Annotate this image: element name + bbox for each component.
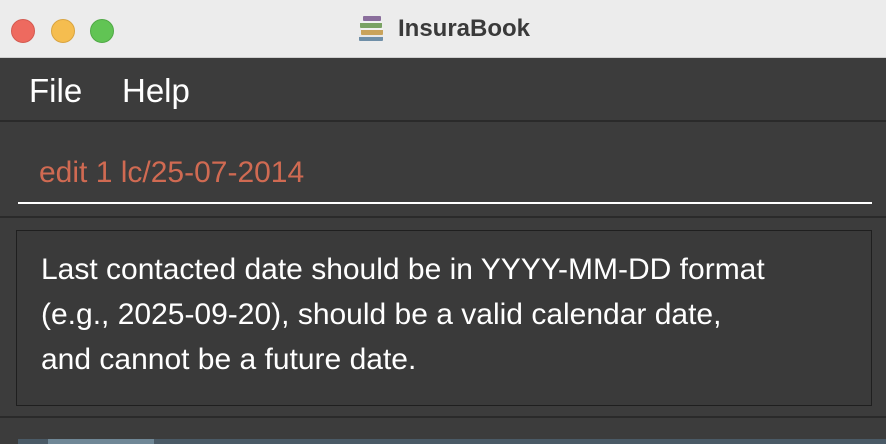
command-box <box>0 124 886 218</box>
menu-file[interactable]: File <box>29 72 82 110</box>
menu-help[interactable]: Help <box>122 72 190 110</box>
command-input[interactable] <box>18 144 872 204</box>
window-title: InsuraBook <box>397 15 531 42</box>
books-icon <box>356 13 388 45</box>
title-bar[interactable]: InsuraBook <box>0 0 886 58</box>
app-window: InsuraBook File Help Last contacted date… <box>0 0 886 444</box>
result-line: Last contacted date should be in YYYY-MM… <box>41 253 765 286</box>
list-selection-highlight[interactable] <box>48 439 154 444</box>
result-display-panel: Last contacted date should be in YYYY-MM… <box>0 222 886 418</box>
result-line: (e.g., 2025-09-20), should be a valid ca… <box>41 298 722 331</box>
result-line: and cannot be a future date. <box>41 343 417 376</box>
menu-bar: File Help <box>0 58 886 122</box>
window-title-group: InsuraBook <box>0 0 886 58</box>
result-display[interactable]: Last contacted date should be in YYYY-MM… <box>16 230 872 406</box>
person-list-panel <box>0 420 886 444</box>
